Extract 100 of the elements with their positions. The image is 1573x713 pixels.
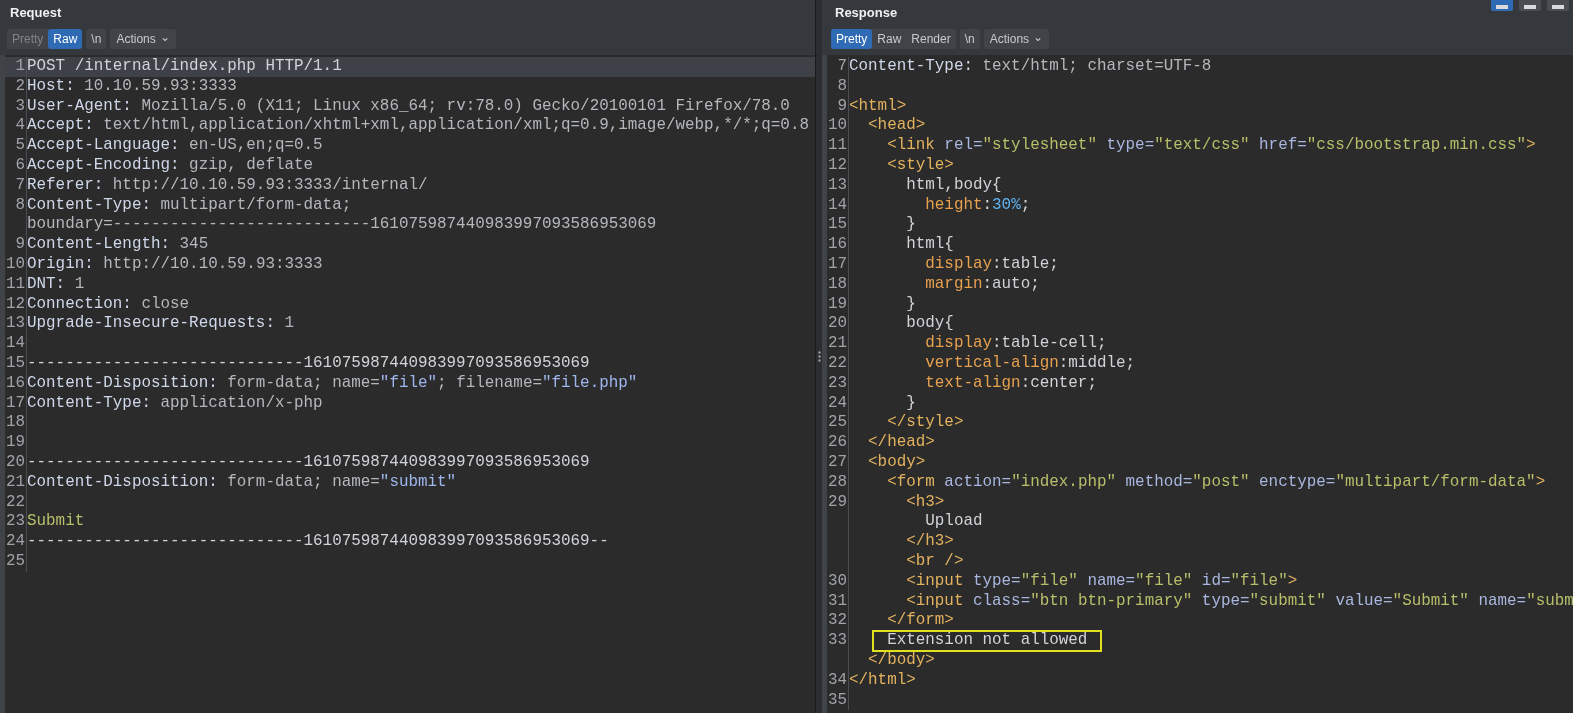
line-number: 12 bbox=[5, 294, 25, 313]
code-line: </html> bbox=[849, 670, 916, 691]
line-number: 30 bbox=[827, 571, 847, 590]
layout-icon bbox=[1496, 5, 1508, 9]
line-number: 20 bbox=[5, 452, 25, 471]
line-number: 7 bbox=[837, 57, 847, 75]
line-number: 27 bbox=[827, 452, 847, 471]
code-line: Submit bbox=[27, 512, 85, 533]
line-number: 23 bbox=[827, 373, 847, 392]
code-line: </style> bbox=[886, 413, 964, 434]
code-line: Host: 10.10.59.93:3333 bbox=[27, 76, 237, 97]
code-line: </head> bbox=[867, 433, 935, 453]
line-number: 7 bbox=[15, 175, 25, 194]
code-line: </body> bbox=[867, 650, 935, 671]
line-number: 11 bbox=[5, 274, 25, 293]
view-tab[interactable]: \n bbox=[86, 29, 107, 49]
output-line: Extension not allowed bbox=[887, 631, 1088, 651]
line-number: 14 bbox=[5, 334, 25, 353]
line-number: 24 bbox=[5, 532, 25, 551]
line-number: 21 bbox=[827, 334, 847, 353]
code-line: Content-Length: 345 bbox=[27, 235, 209, 255]
layout-button[interactable] bbox=[1547, 0, 1569, 11]
line-number: 17 bbox=[827, 254, 847, 273]
line-number: 15 bbox=[827, 215, 847, 234]
line-number: 11 bbox=[827, 136, 847, 155]
code-line: <input class="btn btn-primary" type="submit" value="Submit" name="subm bbox=[905, 591, 1573, 612]
code-line: Content-Disposition: form-data; name="submit" bbox=[27, 472, 457, 493]
code-line: } bbox=[905, 393, 916, 414]
line-number: 10 bbox=[5, 254, 25, 273]
line-number: 20 bbox=[827, 314, 847, 333]
line-number: 23 bbox=[5, 512, 25, 531]
line-number: 14 bbox=[827, 195, 847, 214]
line-number: 13 bbox=[5, 314, 25, 333]
line-number: 19 bbox=[827, 294, 847, 313]
line-number: 26 bbox=[827, 433, 847, 452]
layout-icon bbox=[1552, 5, 1564, 9]
actions-button[interactable]: Actions ⌄ bbox=[983, 29, 1050, 49]
line-number: 18 bbox=[5, 413, 25, 432]
code-line: <html> bbox=[849, 96, 907, 117]
line-number: 5 bbox=[15, 136, 25, 155]
panel-title: Request bbox=[10, 4, 62, 23]
code-line: text-align:center; bbox=[924, 373, 1097, 394]
view-tab[interactable]: Pretty bbox=[831, 29, 873, 49]
code-line: Referer: http://10.10.59.93:3333/internal/ bbox=[27, 175, 428, 196]
line-number: 25 bbox=[5, 551, 25, 570]
code-line: Content-Type: text/html; charset=UTF-8 bbox=[849, 57, 1212, 77]
code-line: <input type="file" name="file" id="file"> bbox=[905, 571, 1298, 592]
code-line: Accept-Language: en-US,en;q=0.5 bbox=[27, 136, 323, 156]
line-number: 33 bbox=[827, 631, 847, 650]
code-line: Origin: http://10.10.59.93:3333 bbox=[27, 254, 323, 275]
code-line: <link rel="stylesheet" type="text/css" href="css/bootstrap.min.css"> bbox=[886, 136, 1536, 156]
line-number: 35 bbox=[827, 690, 847, 709]
line-number: 19 bbox=[5, 433, 25, 452]
view-tab[interactable]: Raw bbox=[872, 29, 907, 49]
code-line: </h3> bbox=[905, 532, 954, 552]
line-number: 8 bbox=[837, 76, 847, 95]
view-tab[interactable]: Render bbox=[906, 29, 956, 49]
code-line: Accept-Encoding: gzip, deflate bbox=[27, 156, 314, 176]
code-line: DNT: 1 bbox=[27, 274, 85, 295]
code-line: body{ bbox=[905, 314, 954, 335]
view-tab[interactable]: Raw bbox=[48, 29, 83, 49]
line-number: 18 bbox=[827, 274, 847, 293]
line-number: 12 bbox=[827, 156, 847, 174]
line-number: 32 bbox=[827, 611, 847, 630]
line-number: 34 bbox=[827, 670, 847, 689]
view-tab[interactable]: \n bbox=[959, 29, 980, 49]
layout-button[interactable] bbox=[1519, 0, 1541, 11]
code-line: } bbox=[905, 215, 916, 236]
code-line: Accept: text/html,application/xhtml+xml,application/xml;q=0.9,image/webp,*/*;q=0.8 bbox=[27, 116, 809, 137]
code-line: <h3> bbox=[905, 492, 945, 513]
code-line: Upload bbox=[924, 512, 983, 533]
code-line: Content-Type: application/x-php bbox=[27, 393, 323, 414]
code-line: -----------------------------161075987440983997093586953069 bbox=[27, 452, 590, 473]
line-number: 16 bbox=[827, 235, 847, 254]
code-line: margin:auto; bbox=[924, 274, 1040, 295]
code-line: html,body{ bbox=[905, 175, 1002, 196]
actions-button[interactable]: Actions ⌄ bbox=[110, 29, 176, 49]
line-number: 16 bbox=[5, 373, 25, 392]
code-line: <body> bbox=[867, 452, 926, 473]
line-number: 6 bbox=[15, 156, 25, 174]
code-line: display:table-cell; bbox=[924, 334, 1107, 354]
code-line: <form action="index.php" method="post" enctype="multipart/form-data"> bbox=[886, 472, 1546, 493]
code-line: vertical-align:middle; bbox=[924, 353, 1136, 374]
drag-handle-icon[interactable] bbox=[817, 351, 821, 362]
panel-title: Response bbox=[835, 4, 898, 23]
line-number: 17 bbox=[5, 393, 25, 412]
line-number: 1 bbox=[15, 57, 25, 75]
line-number: 9 bbox=[15, 235, 25, 254]
line-number: 10 bbox=[827, 116, 847, 135]
line-number: 28 bbox=[827, 472, 847, 491]
line-number: 15 bbox=[5, 353, 25, 372]
line-number: 13 bbox=[827, 175, 847, 194]
code-line: height:30%; bbox=[924, 195, 1031, 216]
code-line: Connection: close bbox=[27, 294, 190, 315]
code-line: POST /internal/index.php HTTP/1.1 bbox=[27, 57, 342, 77]
line-number: 21 bbox=[5, 472, 25, 491]
code-line: -----------------------------161075987440983997093586953069-- bbox=[27, 532, 609, 552]
layout-button[interactable] bbox=[1491, 0, 1513, 11]
line-number: 24 bbox=[827, 393, 847, 412]
code-line: <br /> bbox=[905, 551, 964, 572]
